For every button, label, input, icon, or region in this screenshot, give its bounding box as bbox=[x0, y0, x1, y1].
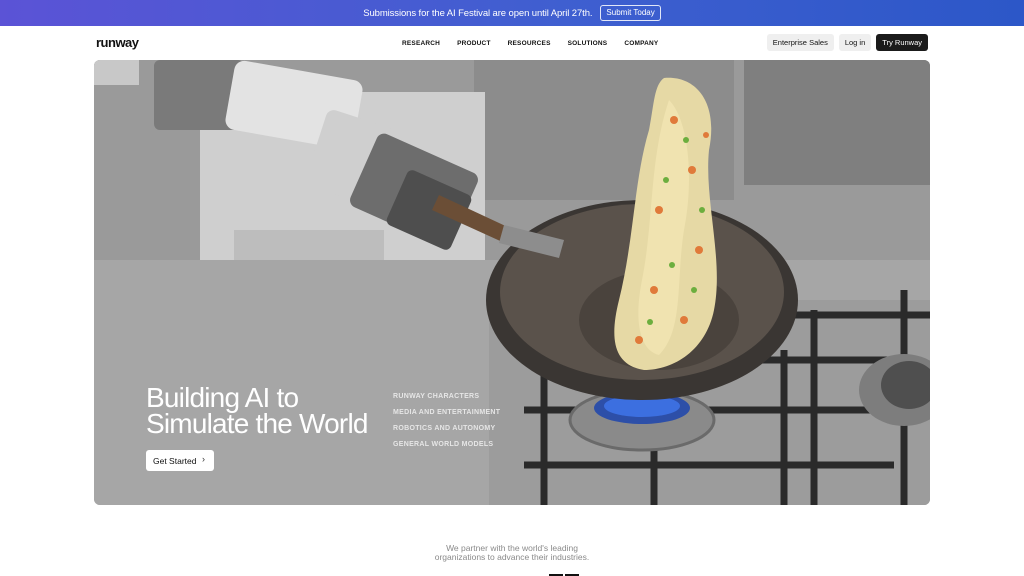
category-general-world-models[interactable]: GENERAL WORLD MODELS bbox=[393, 441, 500, 448]
try-runway-button[interactable]: Try Runway bbox=[876, 34, 928, 51]
nav-links: RESEARCH PRODUCT RESOURCES SOLUTIONS COM… bbox=[402, 40, 658, 47]
enterprise-sales-button[interactable]: Enterprise Sales bbox=[766, 34, 834, 51]
announcement-banner: Submissions for the AI Festival are open… bbox=[0, 0, 1024, 26]
get-started-label: Get Started bbox=[153, 455, 197, 466]
nav-product[interactable]: PRODUCT bbox=[457, 40, 491, 47]
hero-title: Building AI to Simulate the World bbox=[146, 384, 368, 439]
banner-text: Submissions for the AI Festival are open… bbox=[363, 7, 593, 19]
submit-today-button[interactable]: Submit Today bbox=[600, 5, 661, 21]
chevron-right-icon: › bbox=[202, 454, 205, 464]
partner-text: We partner with the world's leading orga… bbox=[0, 544, 1024, 562]
get-started-button[interactable]: Get Started › bbox=[146, 450, 214, 471]
login-button[interactable]: Log in bbox=[838, 34, 872, 51]
nav-resources[interactable]: RESOURCES bbox=[508, 40, 551, 47]
nav-research[interactable]: RESEARCH bbox=[402, 40, 440, 47]
nav-company[interactable]: COMPANY bbox=[624, 40, 658, 47]
runway-logo[interactable]: runway bbox=[96, 35, 139, 50]
nav-solutions[interactable]: SOLUTIONS bbox=[568, 40, 608, 47]
category-media-entertainment[interactable]: MEDIA AND ENTERTAINMENT bbox=[393, 409, 500, 416]
nav-actions: Enterprise Sales Log in Try Runway bbox=[766, 34, 928, 51]
category-runway-characters[interactable]: RUNWAY CHARACTERS bbox=[393, 393, 500, 400]
partner-line2: organizations to advance their industrie… bbox=[434, 552, 590, 562]
top-nav: runway RESEARCH PRODUCT RESOURCES SOLUTI… bbox=[0, 26, 1024, 60]
category-robotics-autonomy[interactable]: ROBOTICS AND AUTONOMY bbox=[393, 425, 500, 432]
hero-section: Building AI to Simulate the World Get St… bbox=[94, 60, 930, 505]
category-list: RUNWAY CHARACTERS MEDIA AND ENTERTAINMEN… bbox=[393, 393, 500, 448]
hero-title-line2: Simulate the World bbox=[146, 408, 368, 439]
